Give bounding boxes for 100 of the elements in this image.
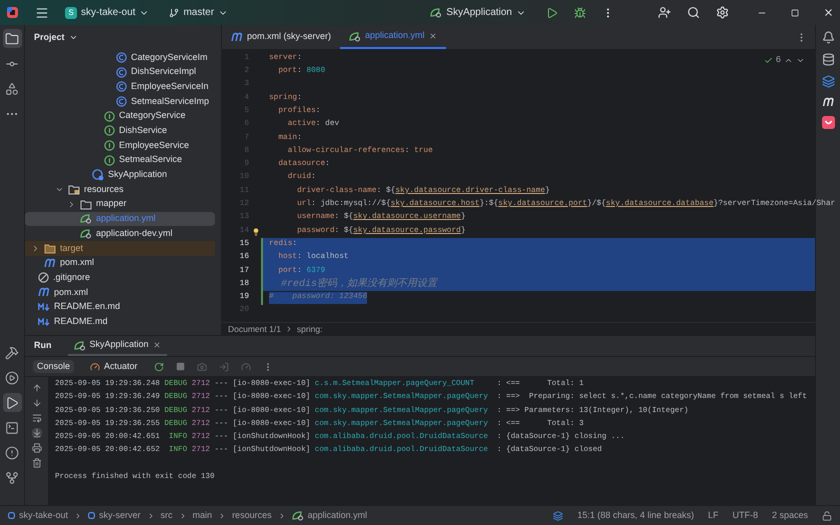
panel-title: Run: [34, 339, 52, 352]
path-item[interactable]: sky-server: [88, 508, 141, 522]
search-icon[interactable]: [687, 6, 700, 19]
interface-icon: [104, 140, 115, 151]
tree-item[interactable]: DishServiceImpl: [25, 64, 215, 80]
chevron-right-icon[interactable]: [67, 200, 76, 209]
tree-item[interactable]: SetmealServiceImp: [25, 94, 215, 109]
path-item[interactable]: src: [160, 508, 173, 522]
maven-icon[interactable]: [822, 97, 834, 107]
restore-icon[interactable]: [791, 8, 799, 16]
close-icon[interactable]: [152, 341, 161, 349]
lightbulb-icon[interactable]: [252, 228, 260, 236]
folder-icon: [68, 184, 80, 196]
indent-setting[interactable]: 2 spaces: [772, 508, 808, 522]
arrow-down-icon[interactable]: [32, 398, 42, 408]
tree-item[interactable]: SkyApplication: [25, 168, 215, 182]
path-item[interactable]: sky-take-out: [8, 508, 68, 522]
check-icon: [764, 56, 773, 66]
project-badge: S: [65, 6, 77, 18]
tree-item[interactable]: CategoryServiceIm: [25, 50, 215, 65]
editor-tab[interactable]: pom.xml (sky-server): [222, 25, 340, 49]
line-ending[interactable]: LF: [708, 508, 718, 522]
wrap-icon[interactable]: [32, 413, 42, 423]
app-logo-icon: [6, 6, 19, 19]
leaf-gear-icon: [80, 213, 92, 224]
close-icon[interactable]: [823, 7, 834, 18]
layers-icon[interactable]: [822, 75, 834, 88]
plugin-icon[interactable]: [822, 116, 834, 129]
play-icon[interactable]: [2, 393, 22, 412]
lock-icon[interactable]: [822, 510, 832, 520]
tree-item[interactable]: CategoryService: [25, 108, 215, 124]
run-config-selector[interactable]: SkyApplication: [430, 5, 526, 20]
tree-item[interactable]: pom.xml: [25, 256, 215, 270]
maven-icon: [44, 258, 56, 268]
folder-icon: [80, 198, 92, 210]
chevron-down-icon: [68, 33, 78, 42]
module-icon: [8, 512, 15, 519]
class-icon: [116, 81, 127, 92]
project-selector[interactable]: S sky-take-out: [65, 5, 150, 20]
scroll-end-icon[interactable]: [32, 428, 42, 438]
tree-item[interactable]: mapper: [25, 196, 215, 212]
tree-item[interactable]: SetmealService: [25, 152, 215, 168]
tree-item[interactable]: README.md: [25, 314, 215, 330]
path-item[interactable]: application.yml: [292, 508, 368, 522]
view-tab[interactable]: Console: [33, 360, 74, 374]
tree-item[interactable]: EmployeeService: [25, 138, 215, 153]
run-tab[interactable]: SkyApplication: [68, 336, 167, 356]
class-run-icon: [92, 168, 104, 181]
breadcrumb[interactable]: Document 1/1: [228, 322, 281, 336]
tree-item[interactable]: pom.xml: [25, 285, 215, 300]
menu-icon[interactable]: [35, 6, 49, 20]
folder-icon[interactable]: [2, 29, 22, 48]
trash-icon[interactable]: [32, 458, 42, 468]
interface-icon: [104, 125, 115, 136]
editor-tab[interactable]: application.yml: [340, 25, 446, 49]
leaf-gear-icon: [74, 340, 86, 350]
class-icon: [116, 96, 127, 107]
inspection-count: 6: [776, 54, 781, 67]
markdown-icon: [38, 303, 50, 312]
class-icon: [116, 52, 127, 63]
run-icon[interactable]: [546, 6, 558, 18]
maven-icon: [38, 287, 50, 298]
leaf-gear-icon: [292, 510, 304, 521]
database-icon[interactable]: [822, 53, 834, 66]
path-item[interactable]: resources: [232, 508, 272, 522]
add-user-icon[interactable]: [658, 6, 671, 19]
cursor-position[interactable]: 15:1 (88 chars, 4 line breaks): [577, 508, 694, 522]
path-item[interactable]: main: [192, 508, 212, 522]
branch-selector[interactable]: master: [169, 5, 228, 20]
tree-item[interactable]: application-dev.yml: [25, 226, 215, 241]
view-tab[interactable]: Actuator: [86, 360, 142, 374]
bell-icon[interactable]: [822, 31, 834, 44]
interface-icon: [104, 154, 115, 166]
arrow-up-icon[interactable]: [32, 383, 42, 393]
encoding[interactable]: UTF-8: [732, 508, 758, 522]
tree-item[interactable]: README.en.md: [25, 300, 215, 314]
tree-item[interactable]: DishService: [25, 123, 215, 138]
tree-item[interactable]: EmployeeServiceIn: [25, 79, 215, 94]
chevron-right-icon[interactable]: [31, 244, 40, 253]
debug-icon[interactable]: [574, 6, 586, 18]
branch-icon: [169, 8, 180, 18]
interface-icon: [104, 110, 115, 122]
folder-icon: [44, 242, 56, 254]
close-icon[interactable]: [428, 32, 437, 40]
leaf-gear-icon: [80, 228, 92, 240]
module-icon: [88, 512, 96, 519]
prohibited-icon: [38, 272, 49, 284]
layers-icon: [553, 510, 564, 520]
stop-icon[interactable]: [176, 362, 185, 371]
tree-item[interactable]: target: [25, 240, 215, 256]
breadcrumb[interactable]: spring:: [296, 322, 322, 336]
printer-icon[interactable]: [32, 443, 42, 453]
markdown-icon: [38, 318, 50, 326]
panel-title[interactable]: Project: [34, 30, 65, 44]
gauge-icon: [90, 362, 100, 372]
code-line: #redis密码，如果没有则不用设置: [280, 277, 438, 292]
tree-item[interactable]: .gitignore: [25, 270, 215, 285]
tree-item[interactable]: resources: [25, 182, 215, 197]
rerun-icon[interactable]: [154, 362, 164, 372]
settings-icon[interactable]: [716, 6, 729, 19]
